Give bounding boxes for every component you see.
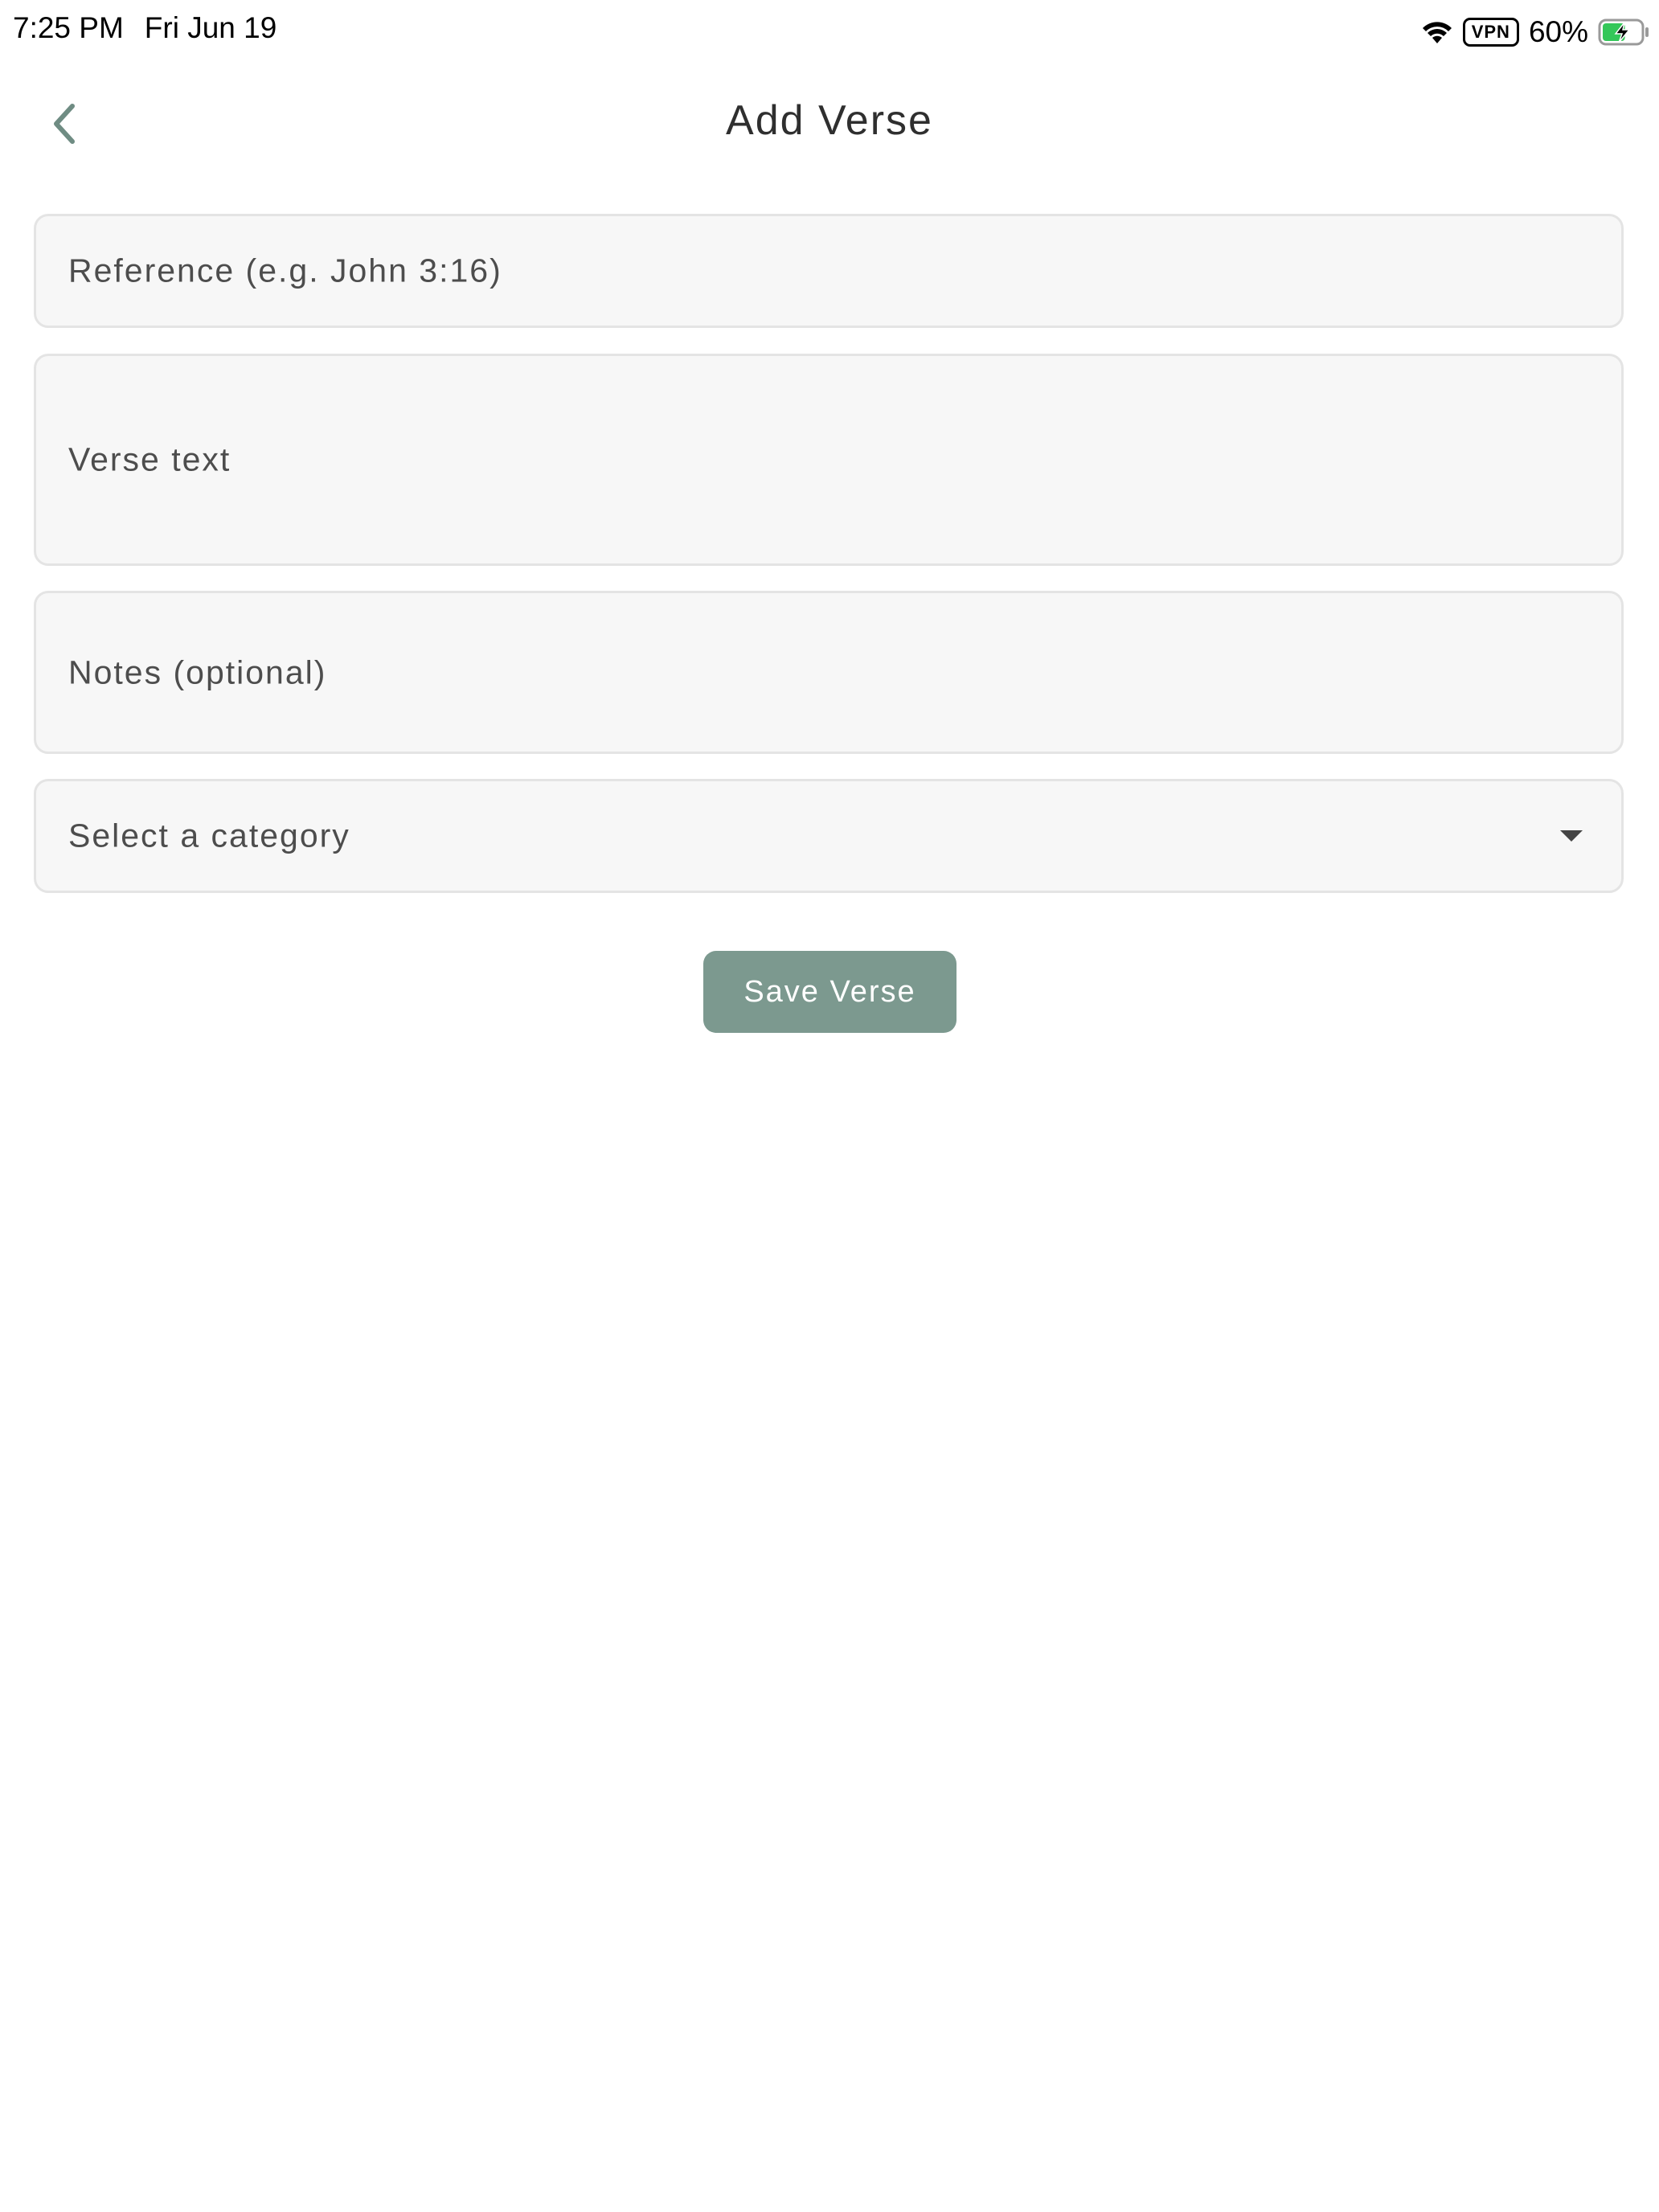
vpn-badge: VPN (1462, 18, 1519, 47)
page-title: Add Verse (726, 97, 933, 144)
notes-placeholder: Notes (optional) (68, 653, 327, 690)
verse-text-placeholder: Verse text (68, 440, 231, 478)
battery-charging-icon (1598, 18, 1651, 46)
reference-placeholder: Reference (e.g. John 3:16) (68, 252, 502, 289)
status-indicators: VPN 60% (1421, 11, 1651, 53)
status-date: Fri Jun 19 (144, 11, 277, 44)
status-bar: 7:25 PM Fri Jun 19 VPN 60% (0, 0, 1659, 64)
status-time: 7:25 PM (13, 11, 124, 44)
notes-input[interactable]: Notes (optional) (34, 591, 1624, 754)
dropdown-arrow-icon (1560, 830, 1583, 842)
battery-percentage: 60% (1528, 15, 1588, 48)
verse-text-input[interactable]: Verse text (34, 354, 1624, 566)
category-select[interactable]: Select a category (34, 779, 1624, 893)
category-placeholder: Select a category (68, 817, 350, 854)
header: Add Verse (0, 72, 1659, 177)
save-verse-button[interactable]: Save Verse (703, 951, 956, 1033)
reference-input[interactable]: Reference (e.g. John 3:16) (34, 214, 1624, 328)
status-time-date: 7:25 PM Fri Jun 19 (13, 11, 276, 45)
wifi-icon (1421, 19, 1453, 45)
